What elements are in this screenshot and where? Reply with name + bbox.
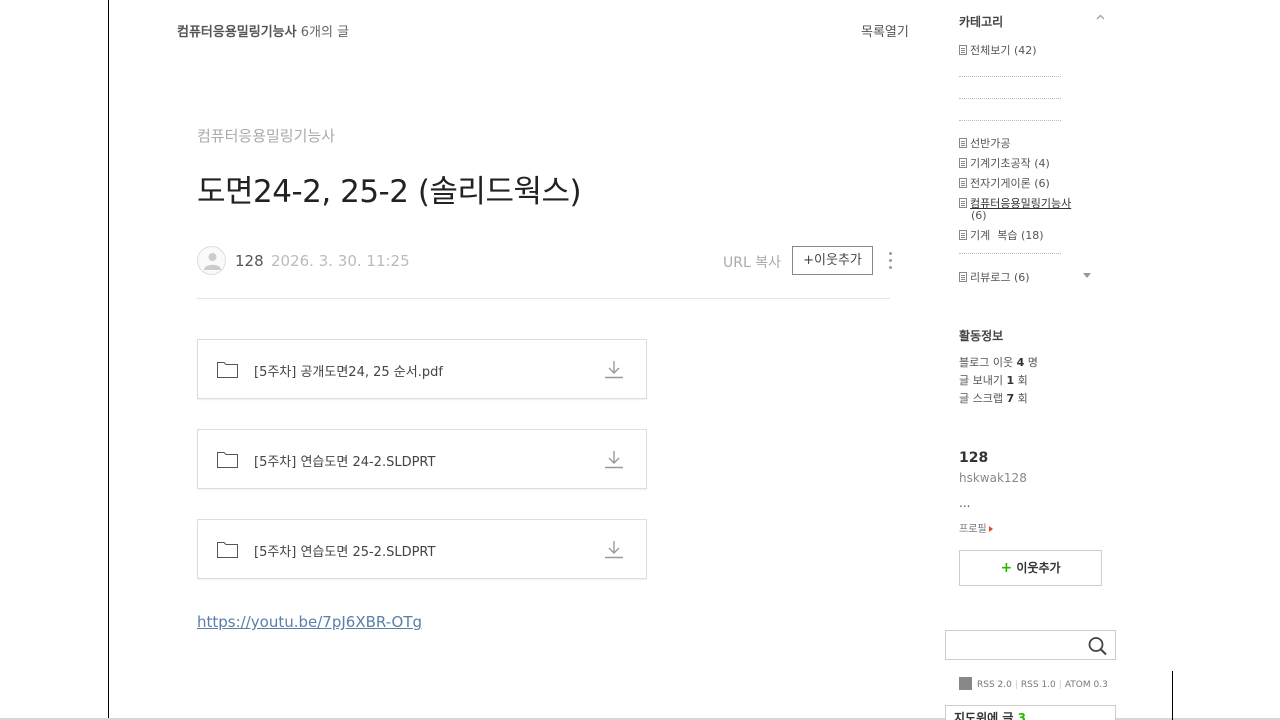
document-icon [959, 158, 967, 168]
post-author[interactable]: 128 [235, 252, 264, 270]
category-divider [959, 120, 1061, 121]
file-attachment[interactable]: [5주차] 공개도면24, 25 순서.pdf [197, 339, 647, 399]
add-neighbor-label: 이웃추가 [1016, 561, 1061, 575]
user-icon [204, 253, 221, 270]
document-icon [959, 198, 967, 208]
url-copy-button[interactable]: URL 복사 [723, 252, 781, 272]
document-icon [959, 45, 967, 55]
arrow-right-icon [988, 526, 993, 532]
post-title: 도면24-2, 25-2 (솔리드웍스) [197, 174, 582, 210]
sidebar-item-label: 전체보기 [970, 44, 1011, 57]
file-name: [5주차] 연습도면 25-2.SLDPRT [254, 545, 436, 560]
sidebar-item-all[interactable]: 전체보기 (42) [959, 42, 1037, 58]
rss-1-link[interactable]: RSS 1.0 [1021, 680, 1056, 690]
header-post-count: 6개의 글 [300, 25, 350, 40]
post-date: 2026. 3. 30. 11:25 [271, 252, 410, 270]
meta-divider [197, 298, 890, 299]
frame-right-border [1172, 671, 1173, 720]
download-icon[interactable] [604, 539, 624, 559]
rss-links: RSS 2.0 | RSS 1.0 | ATOM 0.3 [959, 677, 1108, 690]
plus-icon: + [1000, 560, 1013, 576]
download-icon[interactable] [604, 359, 624, 379]
search-box [945, 630, 1116, 660]
sidebar-item-machining-basics[interactable]: 기계기초공작 (4) [959, 155, 1050, 171]
sidebar-item-electronics[interactable]: 전자기게이론 (6) [959, 175, 1050, 191]
activity-scraps: 글 스크랩 7 회 [959, 392, 1028, 405]
category-divider [959, 76, 1061, 77]
activity-sends: 글 보내기 1 회 [959, 374, 1028, 387]
post-category[interactable]: 컴퓨터응용밀링기능사 [197, 125, 335, 146]
sidebar-item-label: 기계 복습 [970, 229, 1018, 242]
sidebar-item-count: (42) [1013, 44, 1037, 57]
chevron-up-icon[interactable] [1096, 14, 1105, 20]
sidebar-item-reviewlog[interactable]: 리뷰로그 (6) [959, 269, 1030, 285]
post-list-header: 컴퓨터응용밀링기능사 6개의 글 [177, 21, 349, 40]
folder-icon [217, 452, 238, 468]
sidebar-item-count: (6) [1013, 271, 1030, 284]
sidebar-item-label: 전자기게이론 [970, 177, 1031, 190]
search-icon[interactable] [1087, 636, 1109, 656]
document-icon [959, 230, 967, 240]
post-meta: 128 2026. 3. 30. 11:25 URL 복사 +이웃추가 [197, 245, 892, 277]
sidebar-item-machine-review[interactable]: 기계 복습 (18) [959, 227, 1044, 243]
folder-icon [217, 542, 238, 558]
sidebar-item-lathe[interactable]: 선반가공 [959, 135, 1010, 151]
file-attachment[interactable]: [5주차] 연습도면 25-2.SLDPRT [197, 519, 647, 579]
search-input[interactable] [946, 631, 1086, 659]
profile-intro: ... [959, 496, 971, 510]
map-posts-label: 지도위에 글 [954, 711, 1014, 720]
activity-neighbors: 블로그 이웃 4 명 [959, 356, 1038, 369]
document-icon [959, 138, 967, 148]
sidebar-item-count: (6) [971, 209, 987, 222]
map-posts-box[interactable]: 지도위에 글 3 [945, 705, 1116, 720]
sidebar-item-count: (4) [1034, 157, 1050, 170]
file-name: [5주차] 공개도면24, 25 순서.pdf [254, 365, 443, 380]
sidebar-item-label: 리뷰로그 [970, 271, 1011, 284]
rss-2-link[interactable]: RSS 2.0 [977, 680, 1012, 690]
sidebar-item-count: (18) [1020, 229, 1044, 242]
more-options-icon[interactable] [883, 250, 897, 272]
chevron-down-icon[interactable] [1083, 273, 1091, 278]
rss-icon [959, 677, 972, 690]
youtube-link[interactable]: https://youtu.be/7pJ6XBR-OTg [197, 613, 422, 631]
map-posts-count: 3 [1017, 711, 1026, 720]
category-divider [959, 253, 1061, 254]
atom-link[interactable]: ATOM 0.3 [1065, 680, 1108, 690]
profile-name: 128 [959, 450, 989, 466]
file-name: [5주차] 연습도면 24-2.SLDPRT [254, 455, 436, 470]
activity-title: 활동정보 [959, 329, 1004, 343]
folder-icon [217, 362, 238, 378]
sidebar-add-neighbor-button[interactable]: + 이웃추가 [959, 550, 1102, 586]
document-icon [959, 178, 967, 188]
download-icon[interactable] [604, 449, 624, 469]
profile-id: hskwak128 [959, 471, 1027, 485]
document-icon [959, 272, 967, 282]
frame-left-border [108, 0, 109, 718]
header-category[interactable]: 컴퓨터응용밀링기능사 [177, 25, 297, 40]
avatar[interactable] [197, 246, 226, 275]
sidebar-item-label: 기계기초공작 [970, 157, 1031, 170]
sidebar-item-label: 선반가공 [970, 137, 1011, 150]
add-neighbor-button[interactable]: +이웃추가 [792, 246, 873, 275]
list-open-button[interactable]: 목록열기 [861, 21, 909, 40]
profile-link[interactable]: 프로필 [959, 520, 993, 535]
category-title: 카테고리 [959, 15, 1004, 29]
category-divider [959, 98, 1061, 99]
sidebar-item-count: (6) [1034, 177, 1050, 190]
file-attachment[interactable]: [5주차] 연습도면 24-2.SLDPRT [197, 429, 647, 489]
